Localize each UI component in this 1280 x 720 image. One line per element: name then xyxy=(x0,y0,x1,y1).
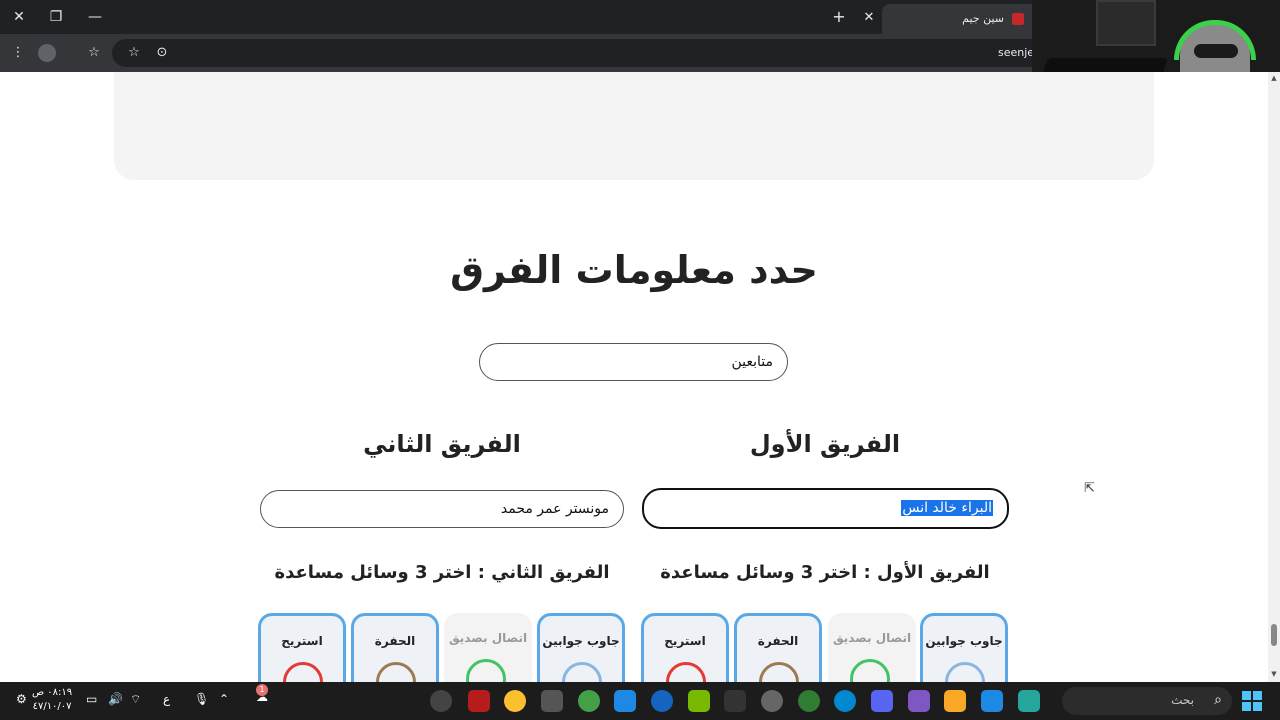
wifi-icon[interactable]: ⌔ xyxy=(130,692,141,707)
taskbar: ⚙ ٠٨:١٩ ص ٤٧/١٠/٠٧ ▭ 🔊 ⌔ ع 🎙 ⌃ ☁ 1 بحث ⌕ xyxy=(0,682,1280,720)
battery-icon[interactable]: ▭ xyxy=(86,692,97,706)
team1-aid-phone-friend[interactable]: اتصال بصديق xyxy=(828,613,916,682)
scroll-down-icon[interactable]: ▼ xyxy=(1270,670,1278,678)
mouse-cursor-icon: ⇱ xyxy=(1084,481,1095,496)
new-tab-button[interactable]: + xyxy=(830,6,848,28)
team1-aid-two-answers[interactable]: جاوب جوابين xyxy=(920,613,1008,682)
search-placeholder: بحث xyxy=(1171,693,1194,707)
search-icon: ⌕ xyxy=(1214,692,1222,708)
page-scrollbar[interactable]: ▲ ▼ xyxy=(1268,72,1280,682)
browser-tab[interactable]: ✕ سين جيم xyxy=(864,4,1042,34)
incognito-lens-icon[interactable]: ⊙ xyxy=(152,43,172,63)
scroll-thumb[interactable] xyxy=(1271,624,1277,646)
store-icon[interactable] xyxy=(614,690,636,712)
aid-label: استريح xyxy=(281,634,323,648)
app-icon-14[interactable] xyxy=(908,690,930,712)
team2-title: الفريق الثاني xyxy=(363,430,521,458)
tab-title: سين جيم xyxy=(962,12,1004,25)
minimize-window-icon[interactable]: — xyxy=(84,6,106,28)
team2-name-input[interactable]: مونستر عمر محمد xyxy=(260,490,624,528)
notification-badge: 1 xyxy=(256,684,268,696)
team1-name-input[interactable]: البراء خالد انس xyxy=(642,488,1009,529)
address-bar[interactable]: ☆ ⊙ xyxy=(112,39,1072,67)
two-answers-icon xyxy=(945,662,985,682)
app-icon-10[interactable] xyxy=(761,690,783,712)
bookmarks-icon[interactable]: ☆ xyxy=(84,43,104,63)
team2-aid-pit[interactable]: الحفرة xyxy=(351,613,439,682)
steam-icon[interactable] xyxy=(651,690,673,712)
aid-label: الحفرة xyxy=(374,634,416,648)
clock-time: ٠٨:١٩ ص xyxy=(32,687,73,698)
team2-aid-phone-friend[interactable]: اتصال بصديق xyxy=(444,613,532,682)
page-content: حدد معلومات الفرق متابعين الفريق الأول ا… xyxy=(0,72,1268,682)
team1-aid-pit[interactable]: الحفرة xyxy=(734,613,822,682)
app-icon-16[interactable] xyxy=(981,690,1003,712)
bookmark-star-icon[interactable]: ☆ xyxy=(124,43,144,63)
aid-label: اتصال بصديق xyxy=(448,631,528,645)
team1-aid-rest[interactable]: استريح xyxy=(641,613,729,682)
edge-icon[interactable] xyxy=(834,690,856,712)
restore-window-icon[interactable]: ❐ xyxy=(45,6,67,28)
selected-text: البراء خالد انس xyxy=(901,500,993,516)
tab-close-icon[interactable]: ✕ xyxy=(860,9,878,27)
team1-aids-title: الفريق الأول : اختر 3 وسائل مساعدة xyxy=(660,562,990,583)
taskbar-search[interactable]: بحث ⌕ xyxy=(1062,687,1232,715)
webcam-headset xyxy=(1174,20,1256,60)
url-text: seenje xyxy=(998,46,1035,59)
webcam-monitor xyxy=(1096,0,1156,46)
nvidia-icon[interactable] xyxy=(688,690,710,712)
aid-label: استريح xyxy=(664,634,706,648)
aid-label: اتصال بصديق xyxy=(832,631,912,645)
top-panel xyxy=(114,72,1154,180)
aid-label: الحفرة xyxy=(757,634,799,648)
app-icon-4[interactable] xyxy=(541,690,563,712)
app-icon-2[interactable] xyxy=(468,690,490,712)
menu-kebab-icon[interactable]: ⋮ xyxy=(8,43,28,63)
team2-aid-rest[interactable]: استريح xyxy=(258,613,346,682)
aid-label: جاوب جوابين xyxy=(925,634,1003,648)
app-icon-1[interactable] xyxy=(430,690,452,712)
chevron-up-icon[interactable]: ⌃ xyxy=(219,692,229,706)
extension-icon[interactable] xyxy=(38,44,56,62)
game-mode-input[interactable]: متابعين xyxy=(479,343,788,381)
clock-date: ٤٧/١٠/٠٧ xyxy=(32,701,72,712)
app-icon-5[interactable] xyxy=(578,690,600,712)
phone-friend-icon xyxy=(850,659,890,682)
clock[interactable]: ٠٨:١٩ ص ٤٧/١٠/٠٧ xyxy=(32,686,72,714)
app-icon-9[interactable] xyxy=(724,690,746,712)
rest-hand-icon xyxy=(666,662,706,682)
app-icon-17[interactable] xyxy=(1018,690,1040,712)
close-window-icon[interactable]: ✕ xyxy=(8,6,30,28)
page-title: حدد معلومات الفرق xyxy=(450,248,818,292)
volume-icon[interactable]: 🔊 xyxy=(108,692,123,706)
team1-title: الفريق الأول xyxy=(749,430,901,458)
widgets-icon[interactable]: ⚙ xyxy=(16,692,27,706)
aid-label: جاوب جوابين xyxy=(542,634,620,648)
app-icon-11[interactable] xyxy=(798,690,820,712)
pit-icon xyxy=(759,662,799,682)
phone-friend-icon xyxy=(466,659,506,682)
two-answers-icon xyxy=(562,662,602,682)
language-indicator[interactable]: ع xyxy=(163,692,170,706)
file-explorer-icon[interactable] xyxy=(944,690,966,712)
chrome-icon[interactable] xyxy=(504,690,526,712)
start-button[interactable] xyxy=(1242,691,1262,711)
pit-icon xyxy=(376,662,416,682)
rest-hand-icon xyxy=(283,662,323,682)
discord-icon[interactable] xyxy=(871,690,893,712)
team2-aid-two-answers[interactable]: جاوب جوابين xyxy=(537,613,625,682)
microphone-icon[interactable]: 🎙 xyxy=(194,692,209,706)
scroll-up-icon[interactable]: ▲ xyxy=(1270,74,1278,82)
favicon-icon xyxy=(1012,13,1024,25)
team2-aids-title: الفريق الثاني : اختر 3 وسائل مساعدة xyxy=(274,562,610,583)
